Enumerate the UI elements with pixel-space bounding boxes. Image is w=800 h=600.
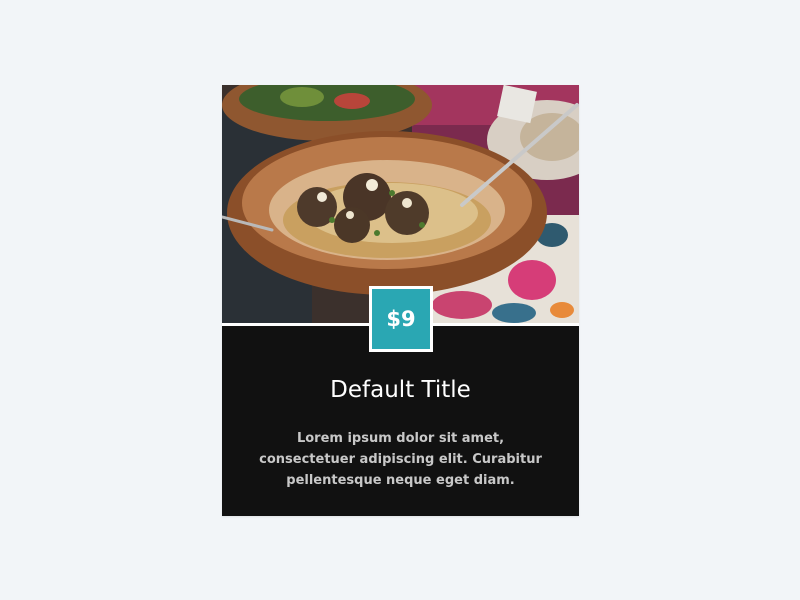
card-title: Default Title [330,377,471,403]
page: $9 Default Title Lorem ipsum dolor sit a… [0,0,800,600]
product-card[interactable]: $9 Default Title Lorem ipsum dolor sit a… [222,85,579,516]
price-badge: $9 [369,286,433,352]
card-description: Lorem ipsum dolor sit amet, consectetuer… [259,431,542,488]
